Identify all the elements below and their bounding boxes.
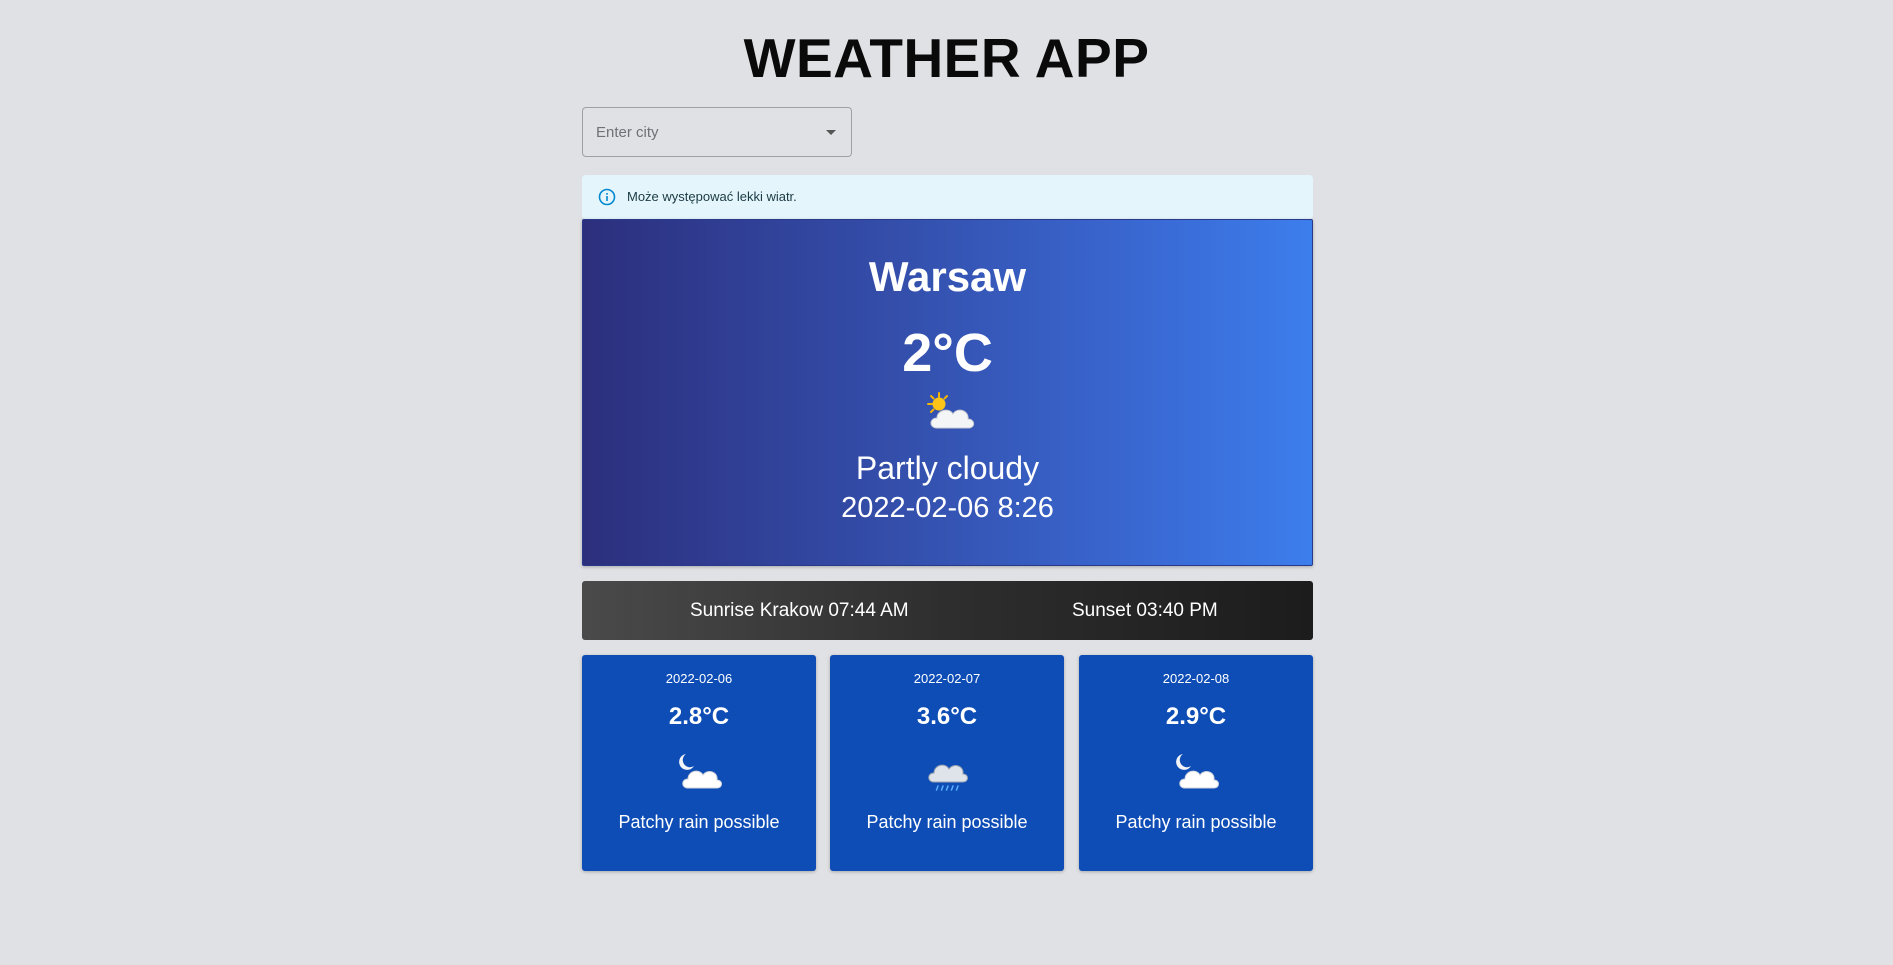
weather-app-page: WEATHER APP Może występować lekki wiatr.… <box>0 0 1893 965</box>
forecast-date: 2022-02-08 <box>1162 671 1230 686</box>
rain-cloud-icon <box>928 764 968 791</box>
city-name: Warsaw <box>868 253 1027 300</box>
forecast-condition: Patchy rain possible <box>1115 812 1277 832</box>
sun-times-bar: Sunrise Krakow 07:44 AM Sunset 03:40 PM <box>582 581 1313 640</box>
current-temperature: 2°C <box>902 323 993 383</box>
current-datetime: 2022-02-06 8:26 <box>841 492 1054 524</box>
current-weather-card: Warsaw 2°C Partly cloudy 2022-02-06 8:26 <box>582 219 1313 566</box>
partly-cloudy-day-icon <box>927 392 975 429</box>
forecast-temperature: 2.8°C <box>668 703 730 730</box>
forecast-date: 2022-02-06 <box>665 671 733 686</box>
forecast-card-day-3: 2022-02-08 2.9°C Patchy rain possible <box>1079 655 1313 871</box>
forecast-temperature: 3.6°C <box>916 703 978 730</box>
current-condition: Partly cloudy <box>855 450 1040 486</box>
chevron-down-icon[interactable] <box>826 130 836 135</box>
forecast-date: 2022-02-07 <box>913 671 981 686</box>
forecast-card-day-1: 2022-02-06 2.8°C Patchy rain possible <box>582 655 816 871</box>
app-title: WEATHER APP <box>743 27 1150 89</box>
forecast-condition: Patchy rain possible <box>618 812 780 832</box>
forecast-temperature: 2.9°C <box>1165 703 1227 730</box>
partly-cloudy-night-icon <box>679 754 722 789</box>
city-select[interactable] <box>582 107 852 157</box>
forecast-condition: Patchy rain possible <box>866 812 1028 832</box>
sunset-text: Sunset 03:40 PM <box>1072 600 1218 621</box>
city-input[interactable] <box>583 108 813 156</box>
info-alert: Może występować lekki wiatr. <box>582 175 1313 219</box>
forecast-card-day-2: 2022-02-07 3.6°C Patchy rain possible <box>830 655 1064 871</box>
alert-text: Może występować lekki wiatr. <box>627 189 797 204</box>
partly-cloudy-night-icon <box>1176 754 1219 789</box>
info-icon <box>598 188 616 206</box>
sunrise-text: Sunrise Krakow 07:44 AM <box>690 600 909 621</box>
